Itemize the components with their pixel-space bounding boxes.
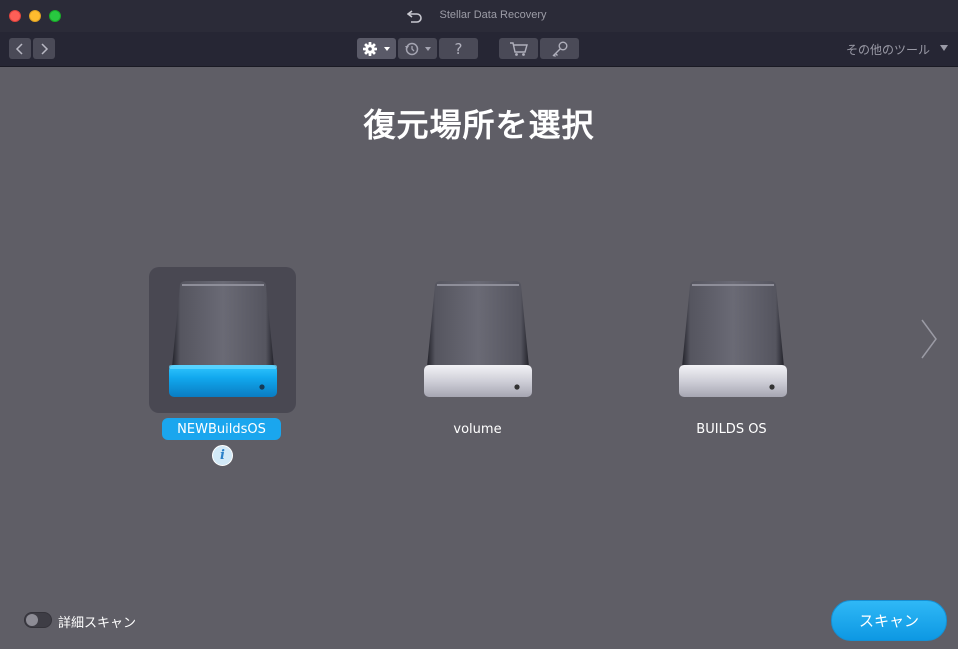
history-button[interactable] bbox=[398, 38, 437, 59]
hard-drive-icon bbox=[168, 281, 277, 397]
drive-volume[interactable] bbox=[404, 267, 551, 413]
hard-drive-icon bbox=[678, 281, 787, 397]
drive-newbuildsos[interactable] bbox=[149, 267, 296, 413]
drive-label-newbuildsos[interactable]: NEWBuildsOS bbox=[162, 418, 281, 440]
info-icon[interactable]: i bbox=[212, 445, 233, 466]
chevron-right-icon[interactable] bbox=[918, 318, 940, 360]
drive-builds-os[interactable] bbox=[659, 267, 806, 413]
deep-scan-label: 詳細スキャン bbox=[58, 616, 137, 631]
hard-drive-icon bbox=[423, 281, 532, 397]
more-tools-menu[interactable]: その他のツール bbox=[846, 41, 930, 58]
gear-icon bbox=[362, 41, 390, 56]
toggle-knob bbox=[26, 614, 38, 626]
page-title: 復元場所を選択 bbox=[363, 106, 595, 144]
forward-button[interactable] bbox=[33, 38, 55, 59]
deep-scan-toggle[interactable] bbox=[24, 612, 52, 628]
settings-button[interactable] bbox=[357, 38, 396, 59]
drive-label-builds-os[interactable]: BUILDS OS bbox=[672, 418, 791, 440]
cart-button[interactable] bbox=[499, 38, 538, 59]
history-icon bbox=[404, 42, 431, 55]
toolbar: ? その他のツール bbox=[0, 32, 958, 67]
caret-down-icon[interactable] bbox=[940, 44, 948, 52]
title-bar: Stellar Data Recovery bbox=[0, 0, 958, 32]
help-button[interactable]: ? bbox=[439, 38, 478, 59]
chevron-right-icon bbox=[41, 42, 49, 55]
cart-icon bbox=[509, 41, 528, 56]
back-button[interactable] bbox=[9, 38, 31, 59]
chevron-left-icon bbox=[15, 42, 23, 55]
window-title: Stellar Data Recovery bbox=[439, 9, 547, 21]
key-icon bbox=[552, 41, 567, 57]
drive-label-volume[interactable]: volume bbox=[418, 418, 537, 440]
activation-key-button[interactable] bbox=[540, 38, 579, 59]
scan-button[interactable]: スキャン bbox=[831, 600, 947, 641]
